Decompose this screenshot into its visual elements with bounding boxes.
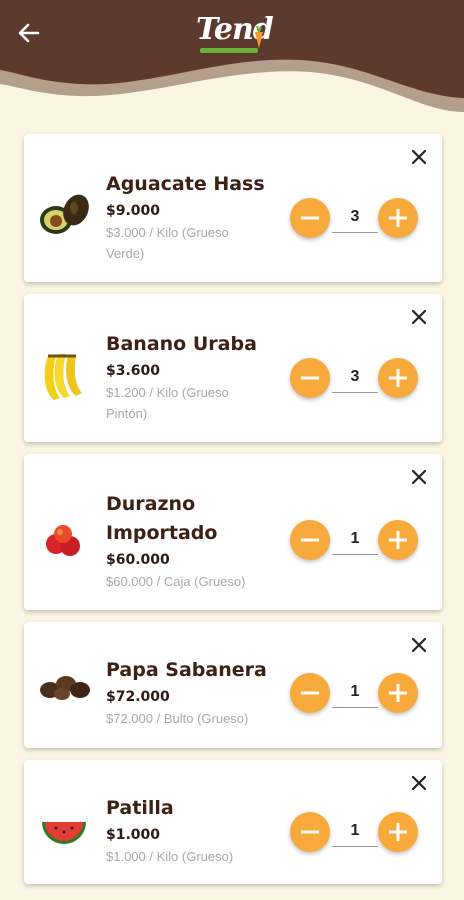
unit-line: $1.000 / Kilo (Grueso) (106, 849, 234, 864)
carrot-icon (255, 26, 263, 48)
potato-image (40, 676, 90, 700)
close-icon[interactable] (410, 468, 428, 486)
quantity-input[interactable] (332, 202, 378, 233)
item-price: $9.000 (106, 203, 161, 219)
close-icon[interactable] (410, 636, 428, 654)
minus-icon (301, 216, 319, 220)
cart-item: Papa Sabanera $72.000 $72.000 / Bulto (G… (24, 622, 442, 748)
avocado-image (40, 194, 89, 234)
increase-button[interactable] (378, 198, 418, 238)
plus-icon (389, 531, 407, 549)
unit-line: $3.000 / Kilo (Grueso (106, 225, 229, 240)
quantity-input[interactable] (332, 524, 378, 555)
decrease-button[interactable] (290, 520, 330, 560)
increase-button[interactable] (378, 812, 418, 852)
app-logo: Tend (196, 10, 274, 56)
quantity-stepper (290, 520, 420, 564)
plus-icon (389, 369, 407, 387)
item-name: Patilla (106, 797, 174, 819)
item-price: $1.000 (106, 827, 161, 843)
quantity-stepper (290, 358, 420, 402)
item-info: Patilla $1.000 $1.000 / Kilo (Grueso) (106, 794, 286, 867)
unit-line: Verde) (106, 246, 145, 261)
minus-icon (301, 691, 319, 695)
banana-image (44, 354, 82, 400)
quantity-stepper (290, 198, 420, 242)
item-info: Durazno Importado $60.000 $60.000 / Caja… (106, 490, 286, 592)
quantity-stepper (290, 673, 420, 717)
close-icon[interactable] (410, 308, 428, 326)
quantity-input[interactable] (332, 816, 378, 847)
item-info: Papa Sabanera $72.000 $72.000 / Bulto (G… (106, 656, 286, 729)
name-line: Importado (106, 522, 218, 544)
item-name: Banano Uraba (106, 333, 257, 355)
plus-icon (389, 209, 407, 227)
peach-image (46, 525, 80, 556)
decrease-button[interactable] (290, 673, 330, 713)
back-button[interactable] (14, 18, 44, 48)
minus-icon (301, 830, 319, 834)
decrease-button[interactable] (290, 358, 330, 398)
item-price: $3.600 (106, 363, 161, 379)
watermelon-image (42, 822, 86, 844)
unit-line: $72.000 / Bulto (Grueso) (106, 711, 249, 726)
item-unit-price: $3.000 / Kilo (Grueso Verde) (106, 222, 286, 264)
item-name: Papa Sabanera (106, 659, 267, 681)
unit-line: Pintón) (106, 406, 148, 421)
name-line: Durazno (106, 493, 196, 515)
item-info: Banano Uraba $3.600 $1.200 / Kilo (Grues… (106, 330, 286, 424)
logo-green-stripe (200, 48, 258, 53)
item-name: Durazno Importado (106, 490, 286, 548)
increase-button[interactable] (378, 520, 418, 560)
arrow-left-icon (18, 23, 40, 43)
decrease-button[interactable] (290, 812, 330, 852)
app-header: Tend (0, 0, 464, 120)
cart-item: Aguacate Hass $9.000 $3.000 / Kilo (Grue… (24, 134, 442, 282)
item-price: $72.000 (106, 689, 170, 705)
cart-item: Durazno Importado $60.000 $60.000 / Caja… (24, 454, 442, 610)
plus-icon (389, 684, 407, 702)
quantity-input[interactable] (332, 362, 378, 393)
item-unit-price: $72.000 / Bulto (Grueso) (106, 708, 286, 729)
increase-button[interactable] (378, 358, 418, 398)
item-name: Aguacate Hass (106, 173, 265, 195)
cart-item: Patilla $1.000 $1.000 / Kilo (Grueso) (24, 760, 442, 884)
plus-icon (389, 823, 407, 841)
quantity-stepper (290, 812, 420, 856)
item-unit-price: $1.000 / Kilo (Grueso) (106, 846, 286, 867)
close-icon[interactable] (410, 774, 428, 792)
quantity-input[interactable] (332, 677, 378, 708)
item-price: $60.000 (106, 552, 170, 568)
minus-icon (301, 538, 319, 542)
increase-button[interactable] (378, 673, 418, 713)
minus-icon (301, 376, 319, 380)
unit-line: $1.200 / Kilo (Grueso (106, 385, 229, 400)
close-icon[interactable] (410, 148, 428, 166)
unit-line: $60.000 / Caja (Grueso) (106, 574, 246, 589)
item-unit-price: $60.000 / Caja (Grueso) (106, 571, 286, 592)
item-info: Aguacate Hass $9.000 $3.000 / Kilo (Grue… (106, 170, 286, 264)
decrease-button[interactable] (290, 198, 330, 238)
item-unit-price: $1.200 / Kilo (Grueso Pintón) (106, 382, 286, 424)
cart-item: Banano Uraba $3.600 $1.200 / Kilo (Grues… (24, 294, 442, 442)
